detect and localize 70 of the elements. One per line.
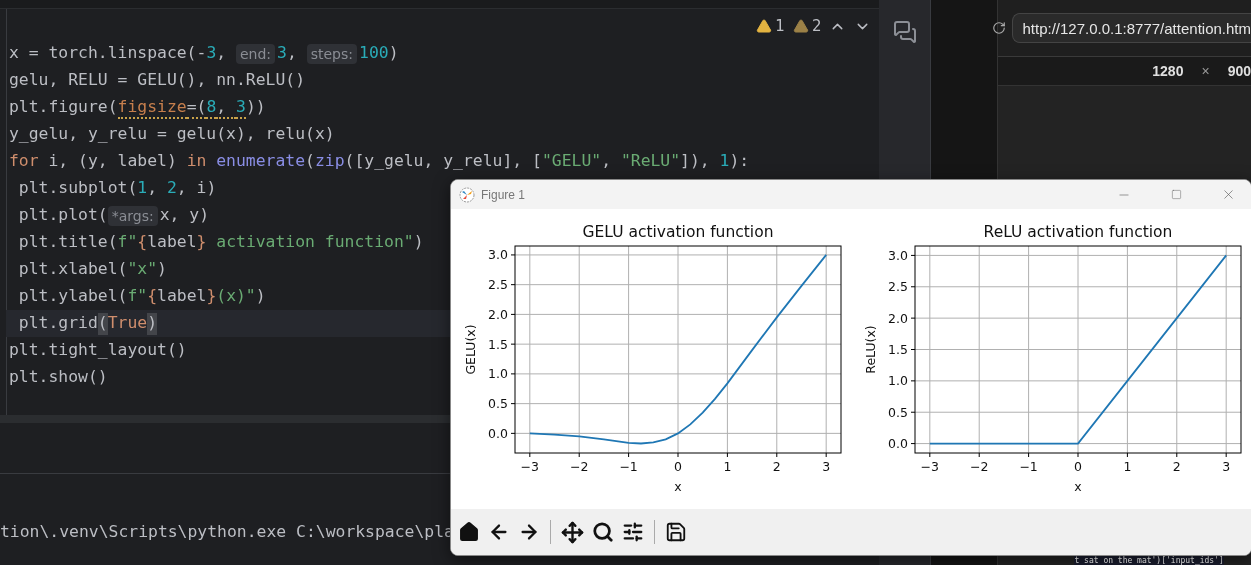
inlay-hint: steps:	[306, 43, 357, 64]
code-text: gelu, RELU = GELU(), nn.ReLU()	[9, 69, 306, 91]
code-text: plt.plot(	[17, 204, 108, 226]
code-text: for i, (y, label) in enumerate(zip([y_gelu, y_relu], ["GELU", "ReLU"]), 1):	[9, 150, 750, 172]
tick-label: 2.5	[888, 279, 908, 295]
code-text: plt.title(f"{label} activation function")	[17, 231, 424, 253]
code-text: plt.xlabel("x")	[17, 258, 167, 280]
warning-count[interactable]: 1	[756, 17, 785, 35]
chart-title: ReLU activation function	[983, 223, 1173, 241]
code-text: x, y)	[159, 204, 210, 226]
tick-label: 0	[674, 459, 682, 474]
save-button[interactable]	[664, 520, 688, 544]
inlay-hint: end:	[236, 43, 276, 64]
tick-label: 2	[772, 459, 781, 474]
tick-label: 1.0	[488, 366, 508, 382]
axis-label: x	[674, 479, 682, 494]
code-text: y_gelu, y_relu = gelu(x), relu(x)	[9, 123, 335, 145]
url-field[interactable]: http://127.0.0.1:8777/attention.htm	[1012, 13, 1251, 43]
code-text: plt.figure(figsize=(8, 3))	[9, 96, 266, 119]
code-text: x = torch.linspace(-3,	[9, 42, 228, 64]
tick-label: 2.0	[888, 310, 908, 326]
tick-label: 2.5	[488, 277, 508, 293]
code-text: plt.show()	[9, 366, 108, 388]
tick-label: −3	[920, 459, 940, 474]
tick-label: 3.0	[888, 247, 908, 263]
tick-label: 1.5	[888, 342, 908, 357]
code-text: plt.tight_layout()	[9, 339, 187, 361]
code-text: plt.grid(True)	[9, 312, 158, 335]
size-value: 900	[1227, 63, 1251, 79]
tick-label: −2	[970, 459, 989, 474]
size-value: 1280	[1152, 63, 1184, 79]
settings-button[interactable]	[621, 520, 645, 544]
tick-label: −2	[570, 459, 589, 474]
axis-label: ReLU(x)	[863, 325, 878, 374]
tick-label: −3	[520, 459, 540, 474]
pan-button[interactable]	[560, 519, 585, 545]
code-text: plt.ylabel(f"{label}(x)")	[17, 285, 266, 307]
window-title: Figure 1	[481, 187, 527, 202]
tick-label: 2.0	[488, 306, 508, 322]
chat-icon[interactable]	[892, 20, 917, 44]
inlay-hint: *args:	[107, 205, 158, 226]
tick-label: 0.0	[488, 425, 508, 441]
tick-label: 1.0	[888, 373, 908, 389]
home-button[interactable]	[457, 520, 481, 544]
terminal-text: tion\.venv\Scripts\python.exe C:\workspace\pla	[0, 522, 454, 541]
reload-icon[interactable]	[992, 21, 1007, 35]
tick-label: 3.0	[488, 247, 508, 263]
tick-label: 0.0	[888, 436, 908, 452]
code-snippet: t sat on the mat')['input_ids']	[1074, 556, 1224, 565]
tick-label: 1	[1123, 459, 1132, 474]
tick-label: 3	[1222, 459, 1231, 474]
times-sign: ×	[1201, 63, 1210, 79]
chart-title: GELU activation function	[582, 223, 774, 241]
tick-label: −1	[619, 459, 638, 474]
axis-label: GELU(x)	[463, 324, 478, 375]
code-text: 3,	[277, 42, 298, 64]
tick-label: 2	[1172, 459, 1181, 474]
code-text: 100)	[359, 42, 399, 64]
axis-label: x	[1074, 479, 1082, 494]
tick-label: −1	[1019, 459, 1038, 474]
warning-count[interactable]: 2	[792, 17, 822, 35]
app-icon	[459, 186, 475, 203]
tick-label: 0	[1074, 459, 1082, 474]
zoom-button[interactable]	[591, 520, 615, 544]
tick-label: 0.5	[488, 396, 508, 412]
tick-label: 3	[822, 459, 831, 474]
tick-label: 1.5	[488, 336, 508, 352]
code-text: plt.subplot(1, 2, i)	[17, 177, 217, 199]
tick-label: 1	[723, 459, 732, 474]
tick-label: 0.5	[888, 404, 908, 420]
